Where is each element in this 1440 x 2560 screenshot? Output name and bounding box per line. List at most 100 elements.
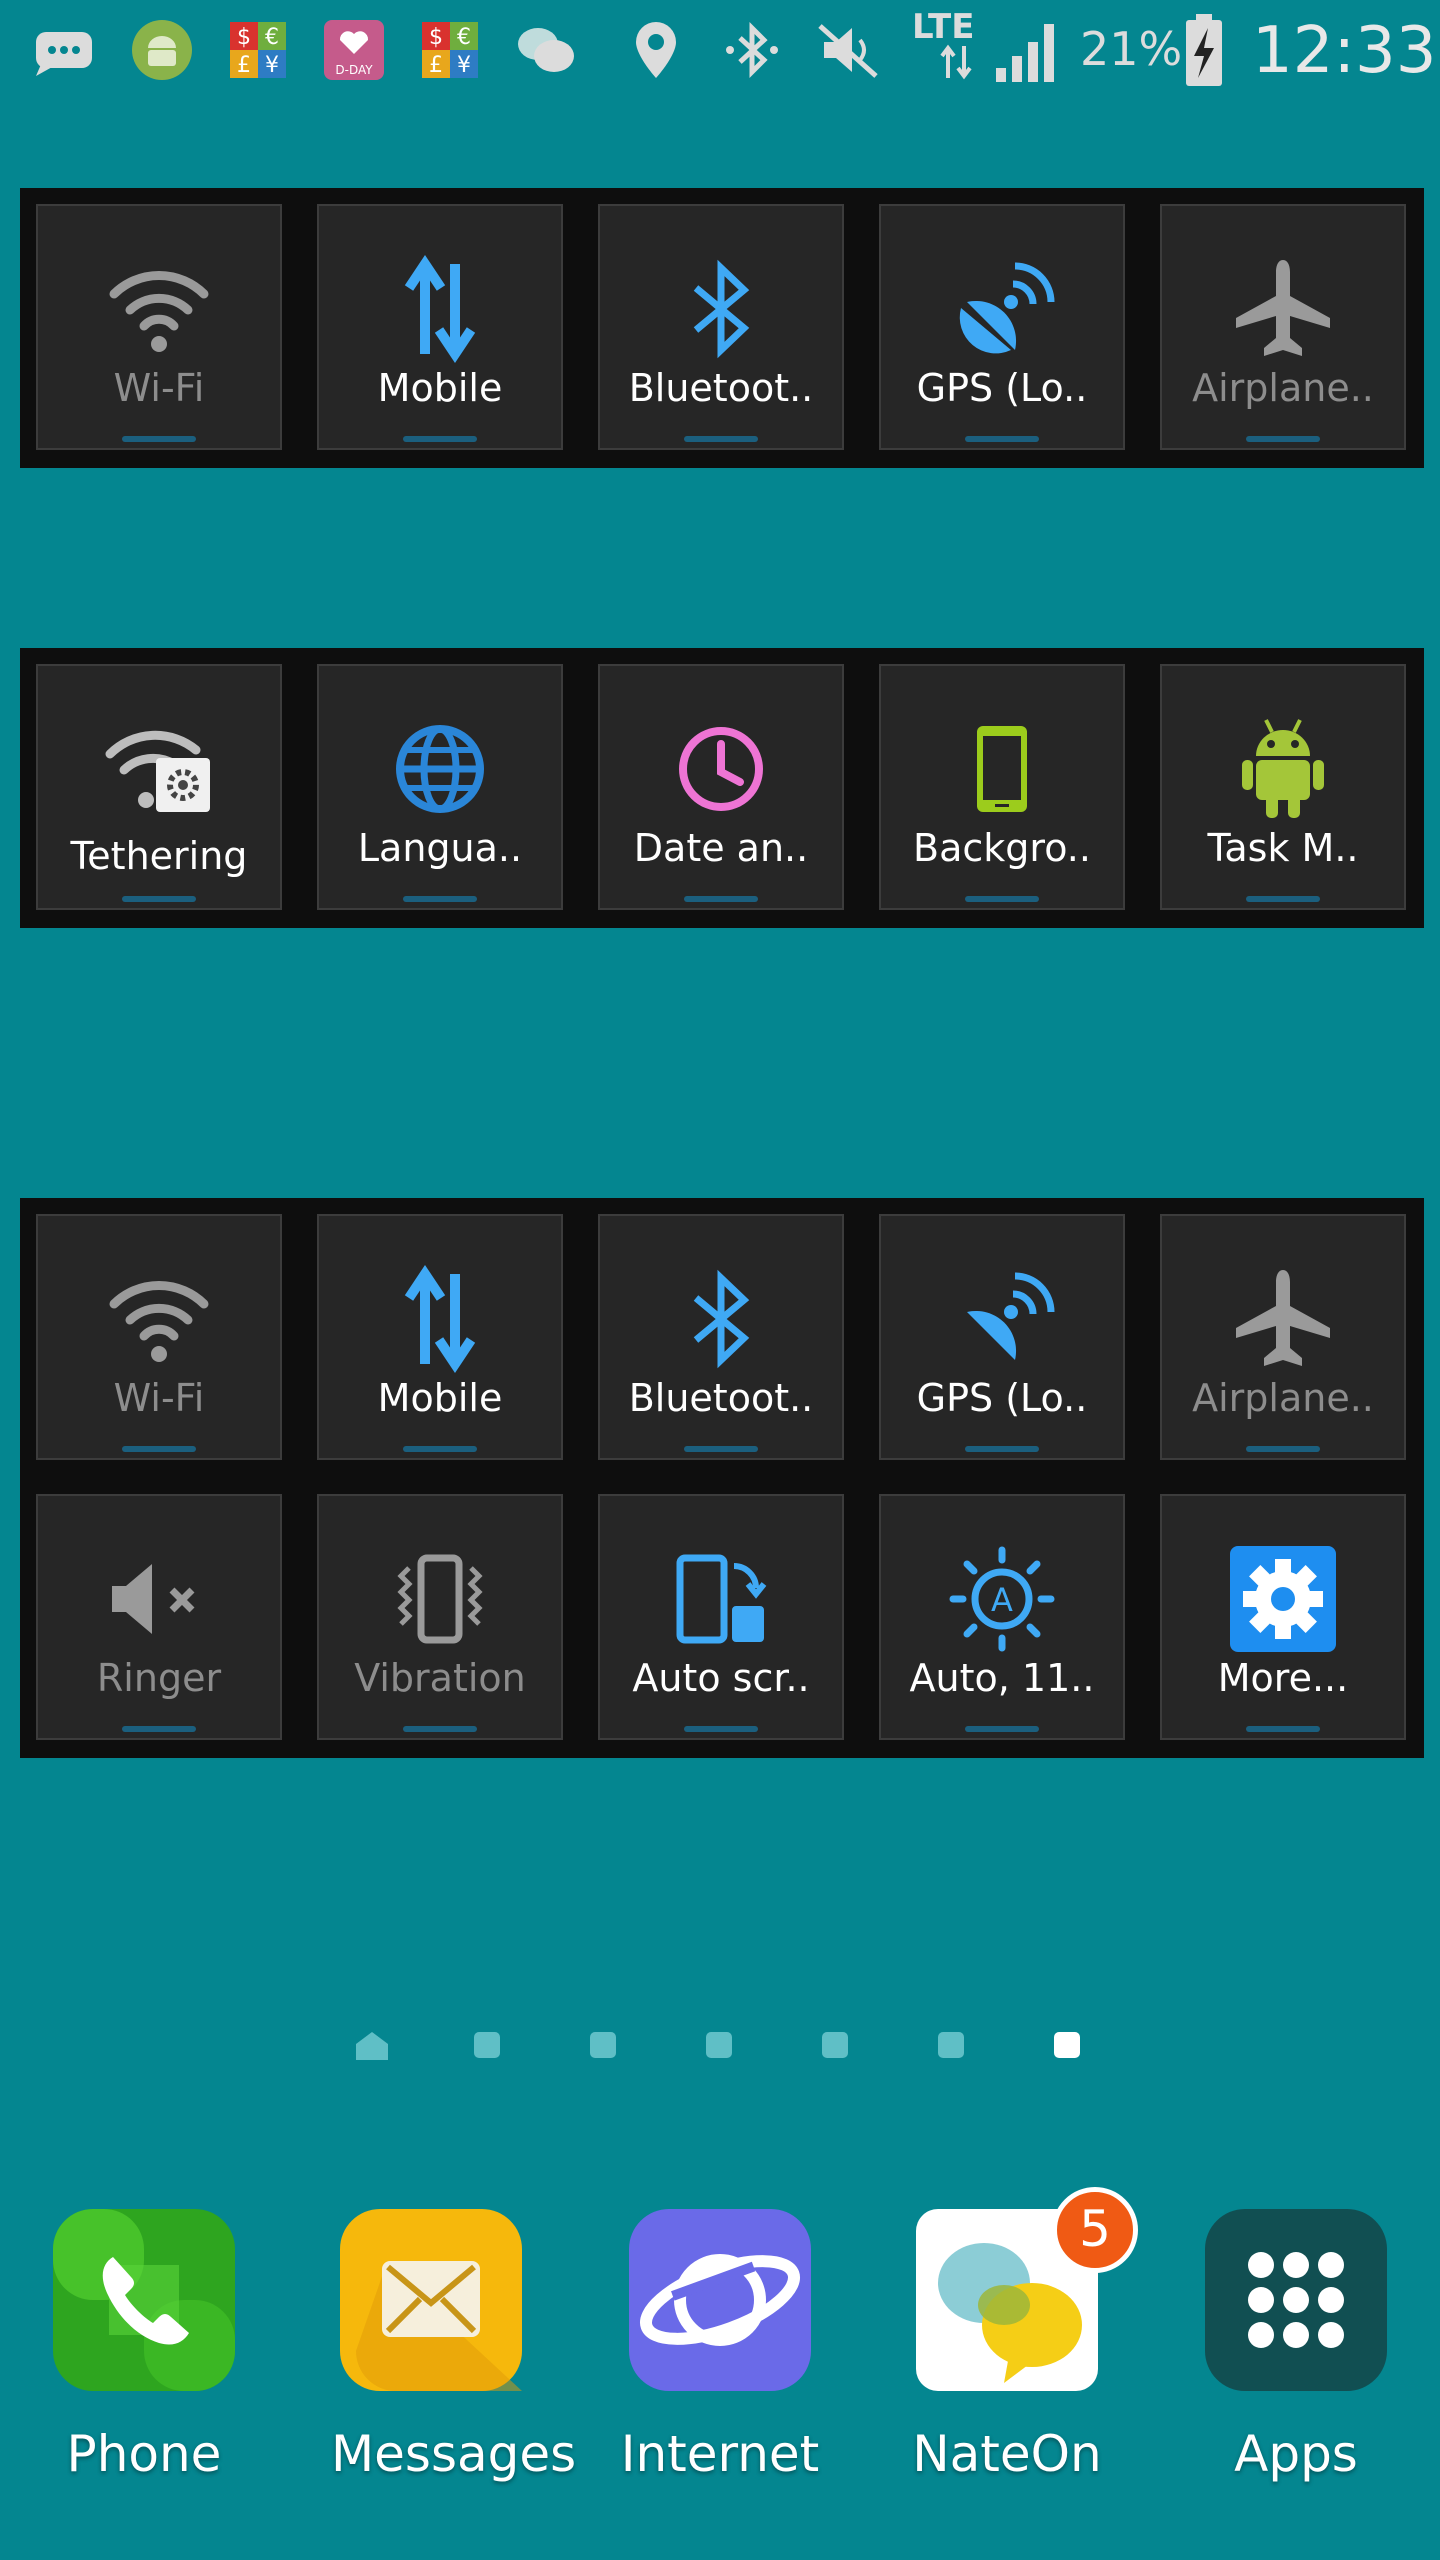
android-icon	[1228, 714, 1338, 824]
tile-label: Langua..	[357, 826, 523, 870]
more-settings-button[interactable]: More...	[1160, 1494, 1406, 1740]
android-icon	[130, 18, 194, 82]
location-icon	[624, 18, 688, 82]
tile-indicator	[122, 1726, 196, 1732]
svg-text:£: £	[429, 53, 443, 78]
auto-rotate-icon	[666, 1544, 776, 1654]
airplane-toggle[interactable]: Airplane..	[1160, 1214, 1406, 1460]
tile-indicator	[403, 436, 477, 442]
mobile-data-toggle[interactable]: Mobile	[317, 204, 563, 450]
wifi-toggle[interactable]: Wi-Fi	[36, 204, 282, 450]
page-dot[interactable]	[590, 2032, 616, 2058]
apps-grid-icon	[1201, 2205, 1391, 2395]
nateon-app-icon: 5	[912, 2187, 1138, 2395]
bluetooth-toggle[interactable]: Bluetoot..	[598, 1214, 844, 1460]
shortcut-widget-middle: Tethering Langua.. Date an.. Backgro.. T…	[20, 648, 1424, 928]
tile-indicator	[965, 1446, 1039, 1452]
tile-label: Mobile	[377, 1376, 503, 1420]
auto-rotate-toggle[interactable]: Auto scr..	[598, 1494, 844, 1740]
tile-label: Auto, 11..	[909, 1656, 1095, 1700]
tile-label: Backgro..	[913, 826, 1091, 870]
gps-toggle[interactable]: GPS (Lo..	[879, 1214, 1125, 1460]
brightness-icon: A	[947, 1544, 1057, 1654]
page-dot-active[interactable]	[1054, 2032, 1080, 2058]
tile-indicator	[403, 896, 477, 902]
dock-messages[interactable]: Messages	[331, 2205, 577, 2505]
airplane-toggle[interactable]: Airplane..	[1160, 204, 1406, 450]
dock-nateon[interactable]: 5 NateOn	[907, 2187, 1138, 2505]
ringer-toggle[interactable]: Ringer	[36, 1494, 282, 1740]
globe-icon	[385, 714, 495, 824]
vibration-toggle[interactable]: Vibration	[317, 1494, 563, 1740]
gps-icon	[947, 1264, 1057, 1374]
tile-indicator	[684, 436, 758, 442]
bluetooth-icon	[666, 254, 776, 364]
bluetooth-toggle[interactable]: Bluetoot..	[598, 204, 844, 450]
tile-indicator	[1246, 896, 1320, 902]
tile-label: More...	[1217, 1656, 1349, 1700]
page-dot[interactable]	[938, 2032, 964, 2058]
status-bar: $ € £ ¥ D-DAY $ € £ ¥ LTE 21% 12:33	[0, 0, 1440, 100]
mobile-data-icon	[385, 1264, 495, 1374]
vibration-icon	[385, 1544, 495, 1654]
tile-label: GPS (Lo..	[916, 1376, 1088, 1420]
dock-label: NateOn	[912, 2425, 1102, 2483]
currency-icon: $ € £ ¥	[418, 18, 482, 82]
svg-text:D-DAY: D-DAY	[335, 63, 373, 77]
page-dot[interactable]	[706, 2032, 732, 2058]
dock-phone[interactable]: Phone	[44, 2205, 244, 2505]
page-dot[interactable]	[474, 2032, 500, 2058]
tile-indicator	[403, 1726, 477, 1732]
messages-app-icon	[336, 2205, 526, 2395]
tile-label: Task M..	[1207, 826, 1359, 870]
mobile-data-toggle[interactable]: Mobile	[317, 1214, 563, 1460]
page-dot[interactable]	[822, 2032, 848, 2058]
tile-indicator	[965, 436, 1039, 442]
tile-indicator	[965, 896, 1039, 902]
dock-apps[interactable]: Apps	[1196, 2205, 1396, 2505]
tile-label: GPS (Lo..	[916, 366, 1088, 410]
task-manager-shortcut[interactable]: Task M..	[1160, 664, 1406, 910]
lte-icon: LTE	[912, 7, 975, 47]
dock-label: Messages	[331, 2425, 577, 2483]
page-indicator	[0, 2030, 1440, 2060]
tile-indicator	[1246, 1446, 1320, 1452]
clock-icon	[666, 714, 776, 824]
tile-label: Airplane..	[1192, 1376, 1374, 1420]
ringer-mute-icon	[104, 1544, 214, 1654]
signal-icon	[992, 16, 1064, 84]
home-page-indicator[interactable]	[354, 2030, 390, 2060]
tile-label: Airplane..	[1192, 366, 1374, 410]
tile-label: Vibration	[354, 1656, 526, 1700]
svg-text:€: €	[457, 25, 471, 50]
talk-icon	[514, 18, 578, 82]
tile-label: Bluetoot..	[628, 1376, 814, 1420]
wifi-toggle[interactable]: Wi-Fi	[36, 1214, 282, 1460]
bluetooth-icon	[666, 1264, 776, 1374]
battery-percent: 21%	[1080, 22, 1183, 76]
tile-label: Tethering	[70, 834, 248, 878]
gps-toggle[interactable]: GPS (Lo..	[879, 204, 1125, 450]
mobile-data-icon	[385, 254, 495, 364]
brightness-toggle[interactable]: A Auto, 11..	[879, 1494, 1125, 1740]
tile-label: Mobile	[377, 366, 503, 410]
settings-gear-icon	[1228, 1544, 1338, 1654]
tile-indicator	[965, 1726, 1039, 1732]
tile-indicator	[122, 896, 196, 902]
date-time-shortcut[interactable]: Date an..	[598, 664, 844, 910]
dock-label: Apps	[1234, 2425, 1358, 2483]
tethering-shortcut[interactable]: Tethering	[36, 664, 282, 910]
background-shortcut[interactable]: Backgro..	[879, 664, 1125, 910]
quick-settings-widget-top: Wi-Fi Mobile Bluetoot.. GPS (Lo.. Airpla…	[20, 188, 1424, 468]
svg-text:£: £	[237, 53, 251, 78]
airplane-icon	[1228, 254, 1338, 364]
clock-time: 12:33	[1252, 14, 1437, 88]
battery-charging-icon	[1184, 12, 1224, 88]
wifi-icon	[104, 254, 214, 364]
svg-text:¥: ¥	[265, 53, 279, 78]
language-shortcut[interactable]: Langua..	[317, 664, 563, 910]
airplane-icon	[1228, 1264, 1338, 1374]
bluetooth-icon	[720, 18, 784, 82]
phone-app-icon	[49, 2205, 239, 2395]
dock-internet[interactable]: Internet	[620, 2205, 820, 2505]
